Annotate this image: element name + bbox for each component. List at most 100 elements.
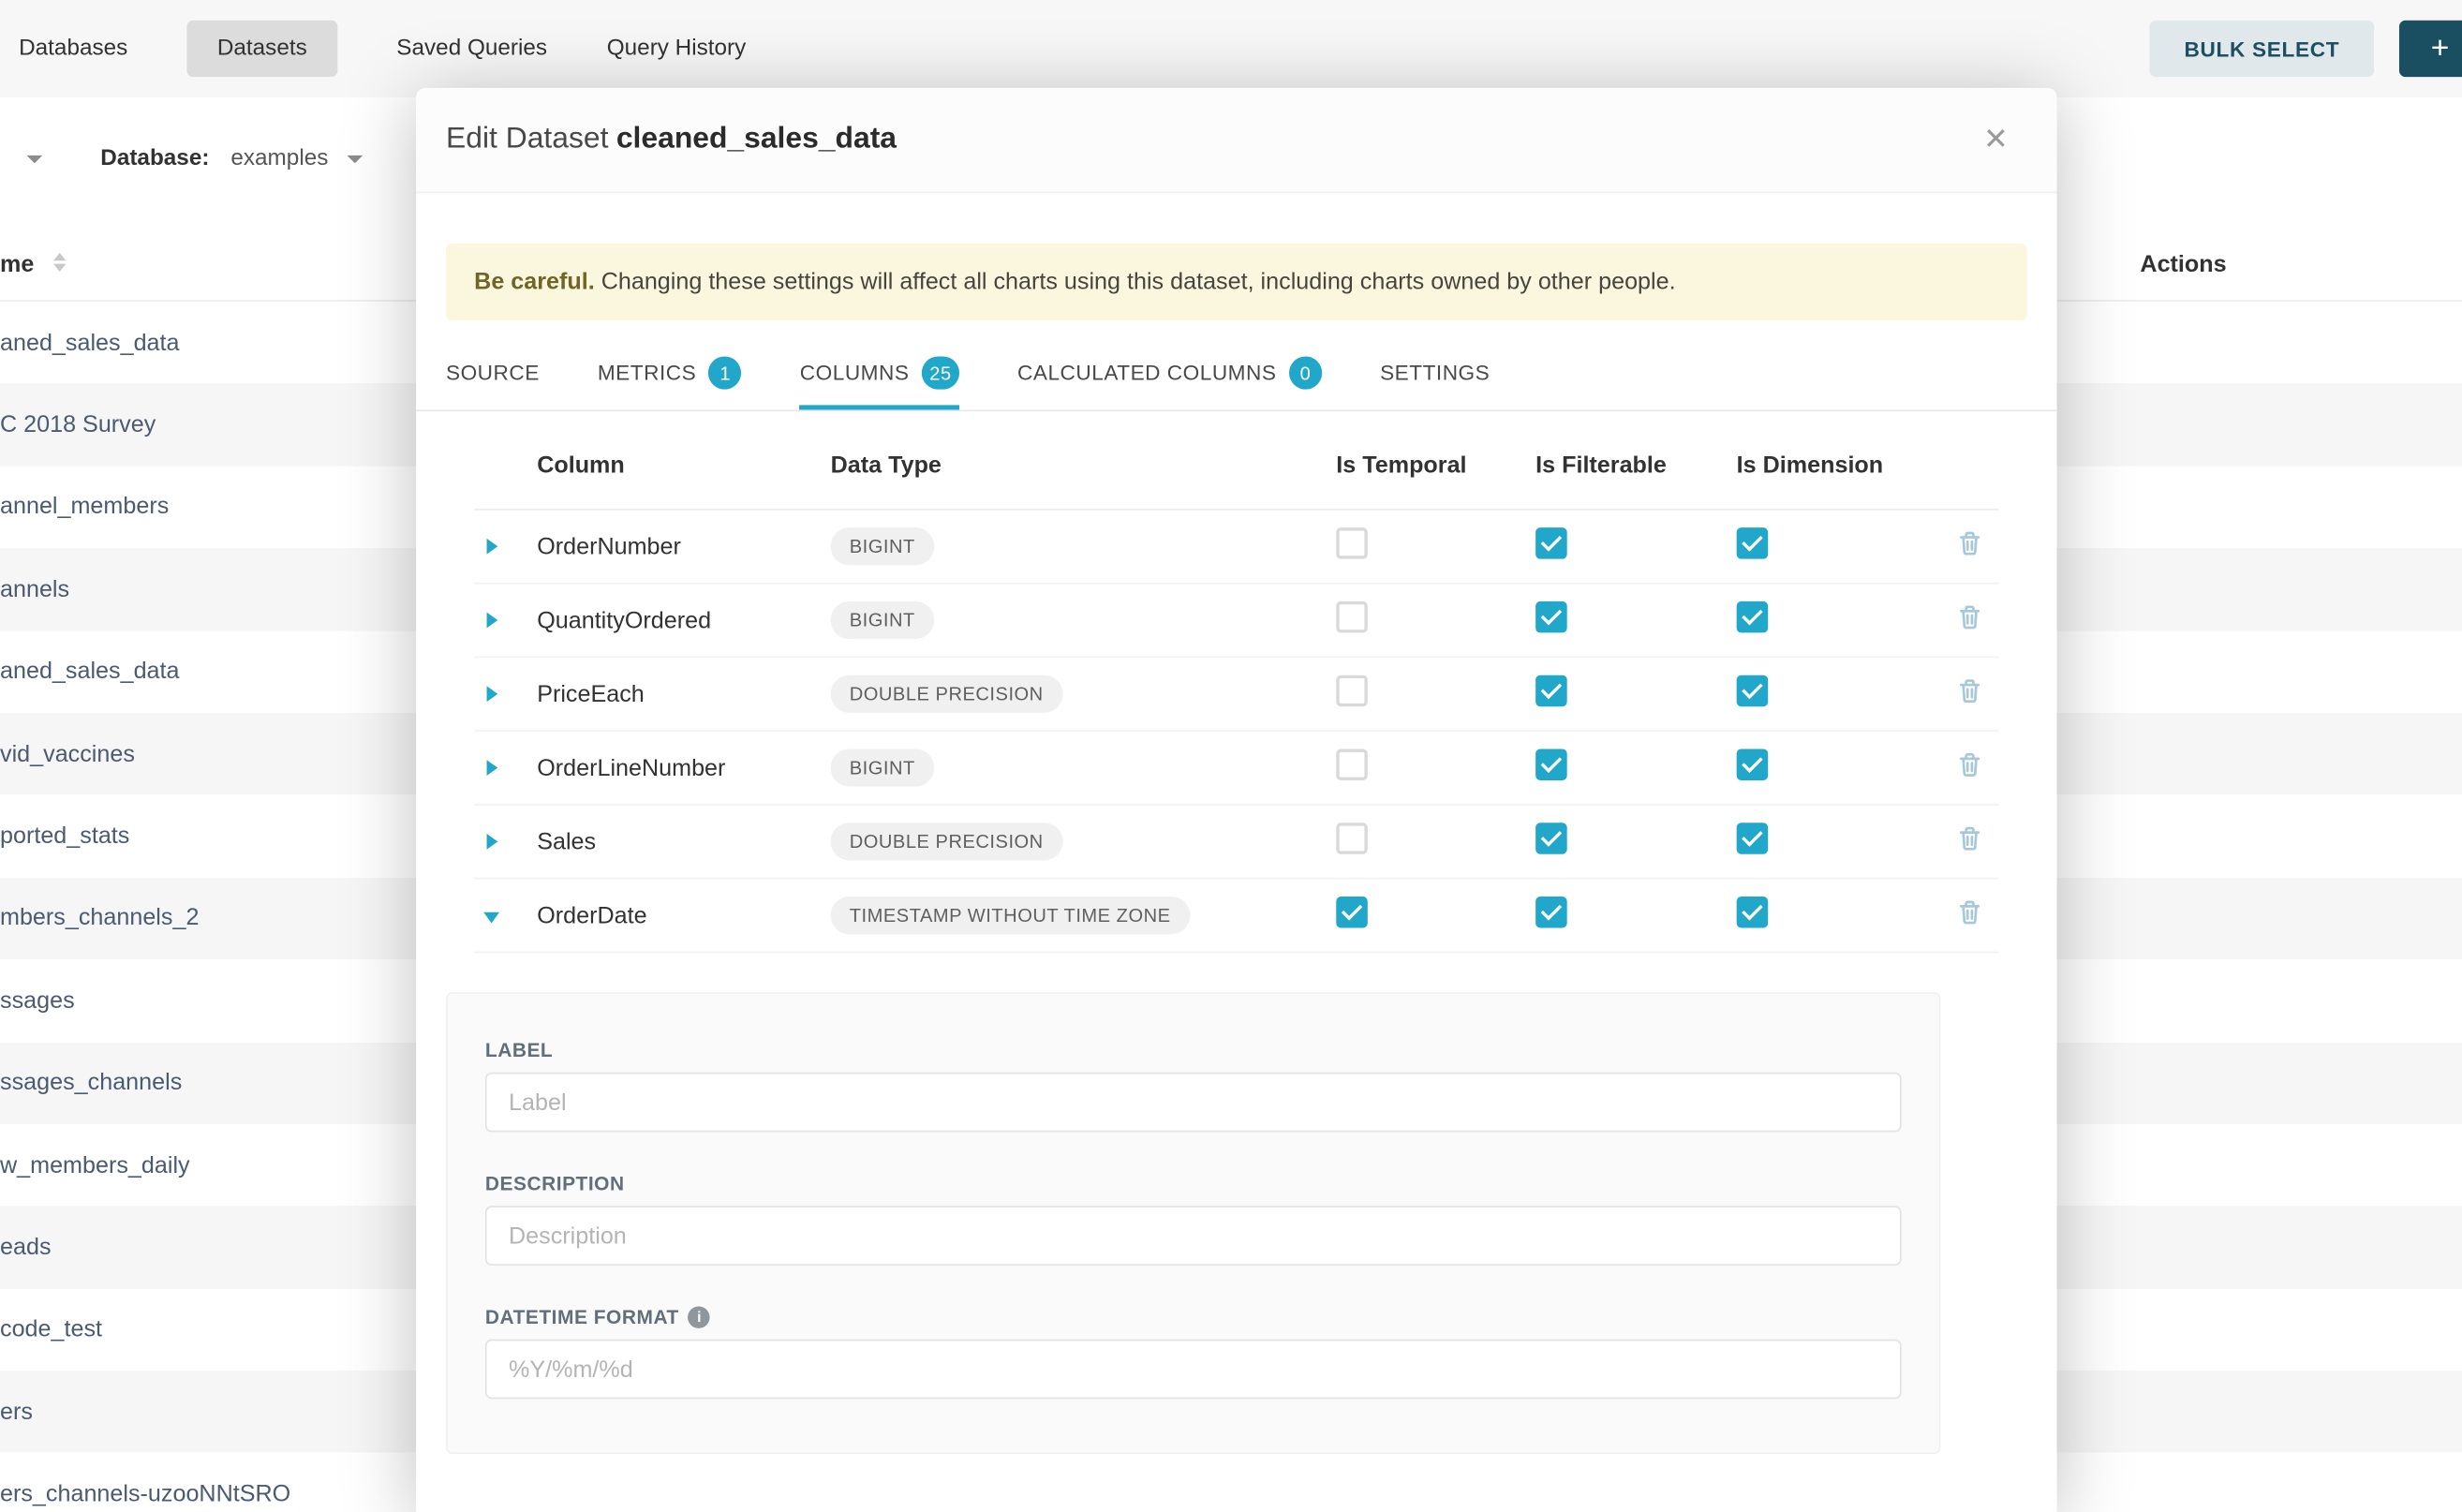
dataset-link[interactable]: ers_channels-uzooNNtSRO [0, 1481, 290, 1507]
nav-tab-saved-queries[interactable]: Saved Queries [396, 21, 547, 77]
expand-caret-icon[interactable] [487, 538, 498, 554]
is-dimension-checkbox[interactable] [1737, 823, 1769, 854]
expand-caret-icon[interactable] [487, 612, 498, 628]
dataset-link[interactable]: ssages [0, 987, 75, 1014]
is-filterable-checkbox[interactable] [1535, 897, 1567, 928]
column-name: Sales [537, 828, 830, 854]
info-icon[interactable]: i [689, 1306, 710, 1327]
is-dimension-checkbox[interactable] [1737, 749, 1769, 780]
delete-column-button[interactable] [1941, 604, 1999, 636]
is-filterable-checkbox[interactable] [1535, 527, 1567, 559]
name-column-header[interactable]: me [0, 251, 34, 277]
expand-caret-icon[interactable] [487, 833, 498, 849]
dataset-link[interactable]: aned_sales_data [0, 329, 180, 355]
is-temporal-checkbox[interactable] [1336, 823, 1368, 854]
is-temporal-checkbox[interactable] [1336, 527, 1368, 559]
label-field-label: LABEL [485, 1040, 1902, 1061]
tab-calculated-columns[interactable]: CALCULATED COLUMNS0 [1017, 342, 1322, 409]
actions-column-header: Actions [2140, 251, 2226, 277]
data-type-header: Data Type [831, 452, 1337, 479]
datetime-format-field-group: DATETIME FORMAT i [485, 1306, 1902, 1399]
label-field-group: LABEL [485, 1040, 1902, 1133]
is-temporal-checkbox[interactable] [1336, 897, 1368, 928]
tab-count-badge: 0 [1289, 356, 1322, 389]
is-filterable-checkbox[interactable] [1535, 675, 1567, 707]
close-icon[interactable]: ✕ [1983, 125, 2009, 155]
modal-tabs: SOURCE METRICS1 COLUMNS25 CALCULATED COLUMN… [416, 342, 2056, 411]
is-temporal-checkbox[interactable] [1336, 601, 1368, 633]
tab-settings[interactable]: SETTINGS [1380, 342, 1490, 409]
data-type-cell: TIMESTAMP WITHOUT TIME ZONE [831, 897, 1337, 934]
checkbox-cell [1336, 823, 1535, 860]
database-filter-value[interactable]: examples [230, 146, 328, 171]
trash-icon [1958, 826, 1981, 858]
tab-count-badge: 25 [922, 356, 959, 389]
tab-label: SETTINGS [1380, 361, 1490, 384]
is-temporal-header: Is Temporal [1336, 452, 1535, 479]
datetime-format-input[interactable] [485, 1340, 1902, 1400]
checkbox-cell [1336, 527, 1535, 565]
columns-table-body: OrderNumberBIGINTQuantityOrderedBIGINTPr… [474, 511, 1998, 954]
sort-icon[interactable] [53, 253, 66, 272]
columns-table: Column Data Type Is Temporal Is Filterab… [474, 411, 1998, 953]
delete-column-button[interactable] [1941, 826, 1999, 858]
dataset-link[interactable]: code_test [0, 1316, 102, 1342]
top-navigation: Databases Datasets Saved Queries Query Hist… [0, 0, 2462, 97]
dataset-link[interactable]: ssages_channels [0, 1070, 182, 1096]
dataset-link[interactable]: eads [0, 1234, 52, 1260]
description-input[interactable] [485, 1206, 1902, 1266]
is-filterable-checkbox[interactable] [1535, 601, 1567, 633]
is-temporal-checkbox[interactable] [1336, 749, 1368, 780]
tab-source[interactable]: SOURCE [446, 342, 540, 409]
trash-icon [1958, 899, 1981, 931]
nav-tab-query-history[interactable]: Query History [607, 21, 747, 77]
is-filterable-checkbox[interactable] [1535, 823, 1567, 854]
delete-column-button[interactable] [1941, 752, 1999, 784]
dataset-link[interactable]: w_members_daily [0, 1152, 190, 1178]
is-dimension-checkbox[interactable] [1737, 675, 1769, 707]
is-temporal-checkbox[interactable] [1336, 675, 1368, 707]
collapse-caret-icon[interactable] [483, 912, 499, 923]
dataset-link[interactable]: mbers_channels_2 [0, 905, 199, 931]
dataset-link[interactable]: annels [0, 576, 69, 602]
add-dataset-button[interactable]: + [2399, 21, 2462, 77]
tab-metrics[interactable]: METRICS1 [598, 342, 742, 409]
dataset-link[interactable]: vid_vaccines [0, 740, 135, 766]
dataset-link[interactable]: ported_stats [0, 823, 129, 849]
nav-tab-datasets[interactable]: Datasets [187, 21, 337, 77]
column-name: PriceEach [537, 681, 830, 707]
dataset-link[interactable]: annel_members [0, 494, 169, 520]
dataset-link[interactable]: C 2018 Survey [0, 411, 156, 437]
checkbox-cell [1737, 897, 1941, 934]
is-dimension-checkbox[interactable] [1737, 527, 1769, 559]
is-dimension-checkbox[interactable] [1737, 897, 1769, 928]
bulk-select-button[interactable]: BULK SELECT [2150, 21, 2375, 77]
checkbox-cell [1535, 527, 1737, 565]
expand-caret-icon[interactable] [487, 686, 498, 702]
column-row: QuantityOrderedBIGINT [474, 584, 1998, 658]
is-dimension-checkbox[interactable] [1737, 601, 1769, 633]
topnav-actions: BULK SELECT + [2150, 21, 2462, 77]
delete-column-button[interactable] [1941, 678, 1999, 710]
checkbox-cell [1535, 749, 1737, 786]
expand-caret-icon[interactable] [487, 759, 498, 775]
tab-columns[interactable]: COLUMNS25 [800, 342, 959, 409]
trash-icon [1958, 678, 1981, 710]
nav-tab-databases[interactable]: Databases [19, 21, 127, 77]
column-detail-panel: LABEL DESCRIPTION DATETIME FORMAT i [446, 992, 1941, 1454]
is-filterable-checkbox[interactable] [1535, 749, 1567, 780]
data-type-pill: TIMESTAMP WITHOUT TIME ZONE [831, 897, 1190, 934]
data-type-pill: BIGINT [831, 749, 934, 786]
dataset-link[interactable]: aned_sales_data [0, 659, 180, 685]
delete-column-button[interactable] [1941, 530, 1999, 562]
data-type-cell: DOUBLE PRECISION [831, 675, 1337, 713]
datetime-format-field-label: DATETIME FORMAT i [485, 1306, 1902, 1327]
label-input[interactable] [485, 1073, 1902, 1133]
dataset-link[interactable]: ers [0, 1399, 33, 1425]
modal-title-dataset-name: cleaned_sales_data [616, 123, 897, 156]
chevron-down-icon[interactable] [347, 156, 363, 163]
edit-dataset-modal: Edit Datasetcleaned_sales_data ✕ Be care… [416, 88, 2056, 1512]
is-filterable-header: Is Filterable [1535, 452, 1737, 479]
chevron-down-icon[interactable] [26, 156, 42, 163]
delete-column-button[interactable] [1941, 899, 1999, 931]
